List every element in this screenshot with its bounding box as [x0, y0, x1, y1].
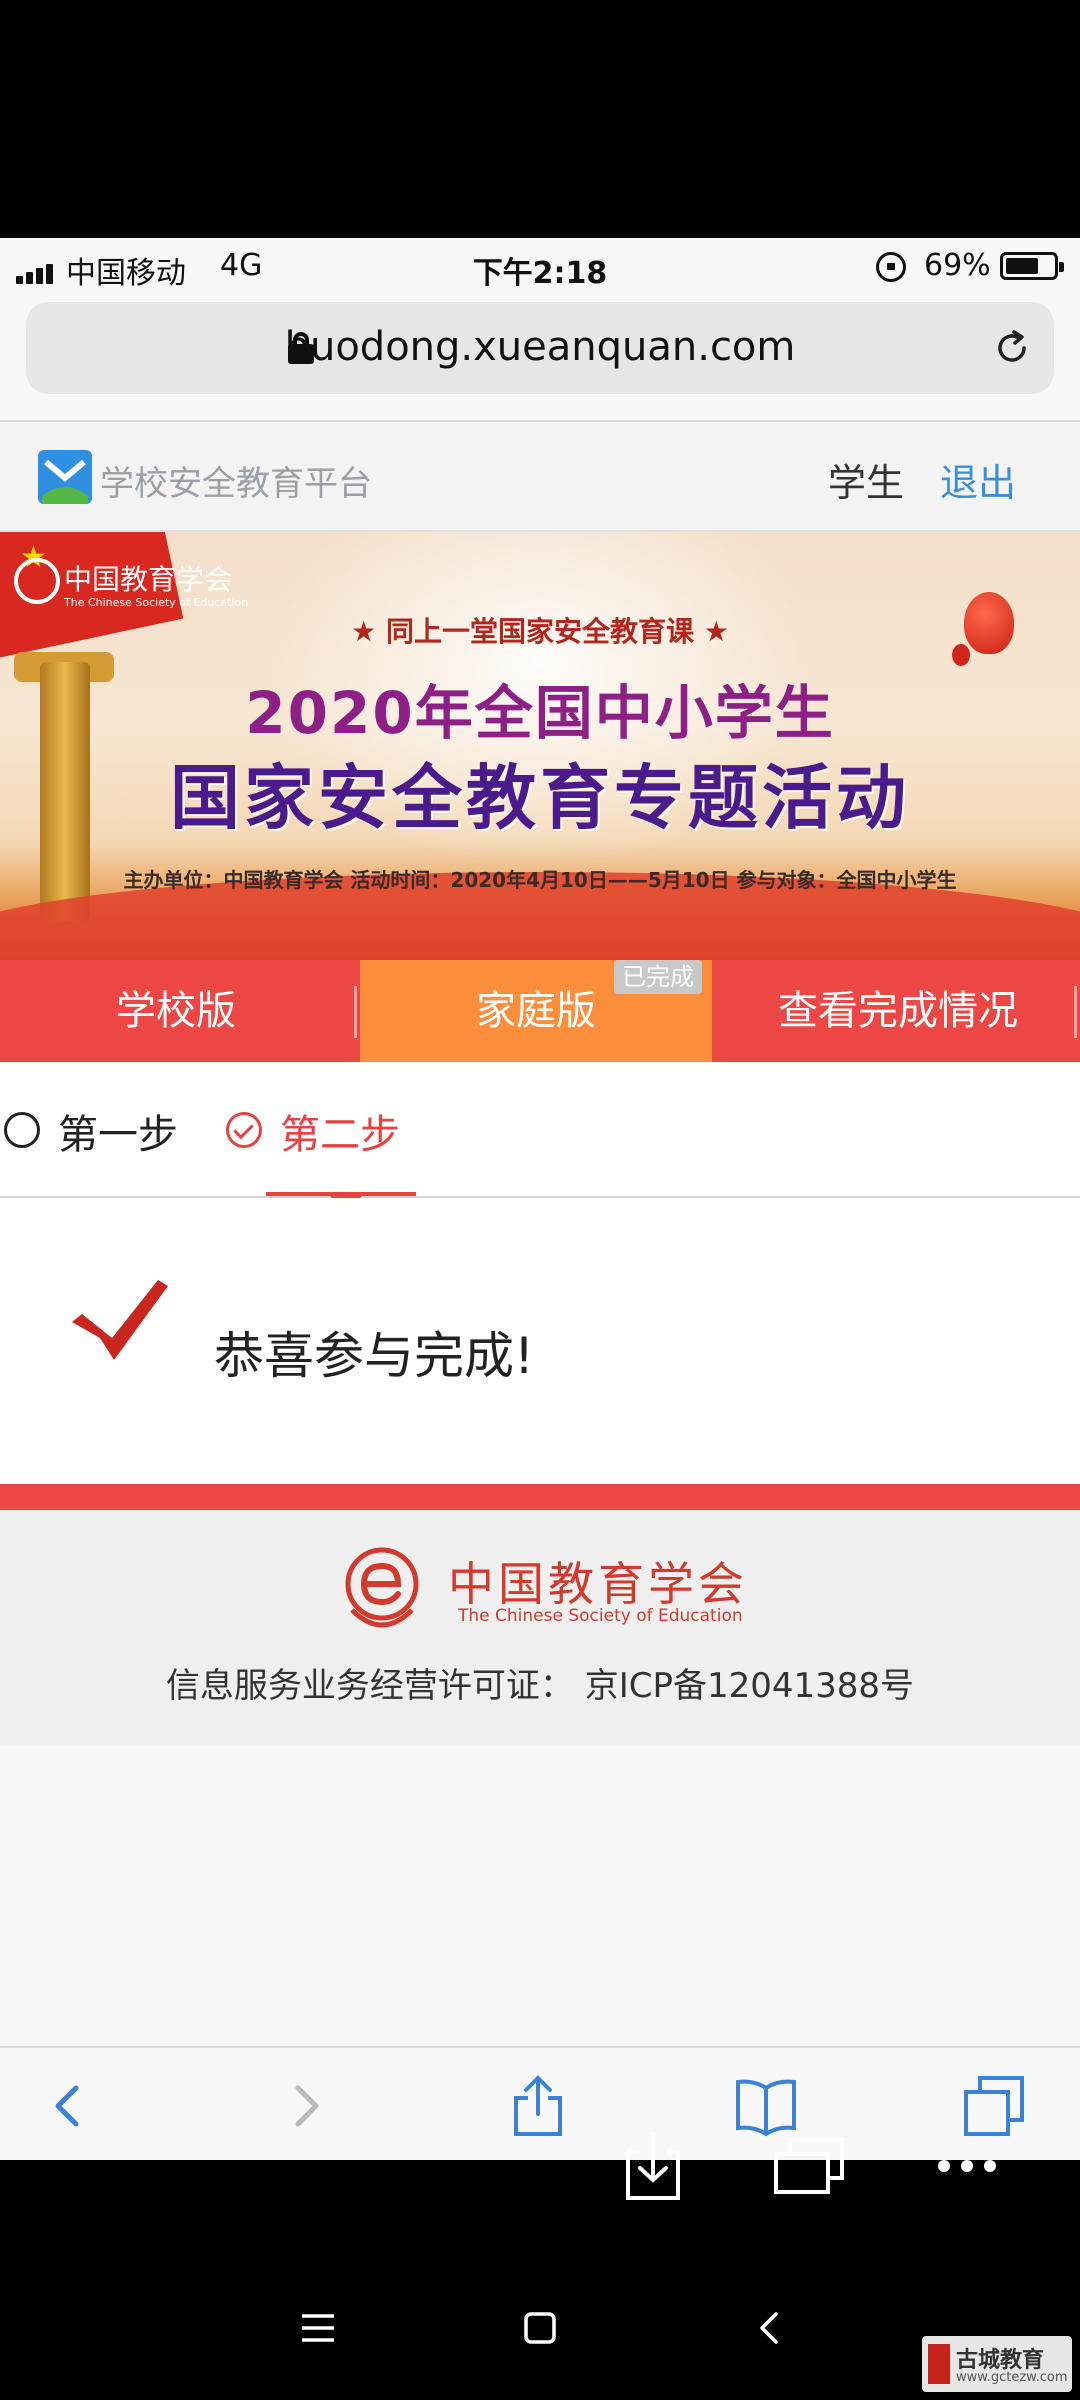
rotation-lock-icon: [876, 252, 906, 282]
site-name: 学校安全教育平台: [100, 464, 372, 504]
back-icon[interactable]: [36, 2074, 100, 2138]
reload-icon[interactable]: [992, 328, 1032, 368]
banner-org-name: 中国教育学会: [64, 563, 233, 596]
step-tabs: 第一步 第二步: [0, 1062, 1080, 1210]
footer-org-name: 中国教育学会: [448, 1557, 748, 1611]
watermark-url: www.gctezw.com: [956, 2370, 1068, 2385]
home-icon[interactable]: [522, 2310, 558, 2346]
status-bar: 中国移动 4G 下午2:18 69%: [0, 238, 1080, 296]
page-blank-area: [0, 1746, 1080, 2046]
system-bar: [0, 2160, 1080, 2400]
banner-title-line1: 2020年全国中小学生: [245, 679, 835, 747]
top-black-area: [0, 0, 1080, 238]
user-role: 学生: [828, 461, 905, 505]
battery-percent: 69%: [924, 248, 991, 283]
checkmark-icon: [72, 1280, 168, 1360]
footer-org-name-en: The Chinese Society of Education: [458, 1606, 743, 1626]
browser-toolbar: [0, 2046, 1080, 2160]
clock: 下午2:18: [472, 256, 608, 291]
seal-icon: [928, 2344, 950, 2384]
banner-tagline: ★ 同上一堂国家安全教育课 ★: [351, 615, 729, 648]
tab-school-version[interactable]: 学校版: [0, 960, 352, 1062]
watermark: 古城教育 www.gctezw.com: [922, 2336, 1072, 2392]
address-bar[interactable]: huodong.xueanquan.com: [26, 302, 1054, 394]
license-info: 信息服务业务经营许可证： 京ICP备12041388号: [165, 1666, 915, 1706]
completion-panel: 恭喜参与完成!: [0, 1198, 1080, 1484]
version-tabs: 学校版 家庭版 查看完成情况: [0, 960, 1080, 1062]
page-footer: 中国教育学会 The Chinese Society of Education …: [0, 1510, 1080, 1746]
circle-icon: [4, 1112, 40, 1148]
bookmarks-icon[interactable]: [734, 2074, 798, 2138]
nav-back-icon[interactable]: [752, 2310, 788, 2346]
step-two-tab[interactable]: 第二步: [280, 1102, 400, 1160]
completed-badge: 已完成: [614, 960, 702, 994]
banner-meta: 主办单位：中国教育学会 活动时间：2020年4月10日——5月10日 参与对象：…: [123, 868, 957, 892]
platform-logo-icon: [38, 450, 92, 504]
step-one-tab[interactable]: 第一步: [58, 1102, 178, 1160]
screen: 中国移动 4G 下午2:18 69% huodong.xueanquan.com…: [0, 0, 1080, 2400]
tab-view-progress[interactable]: 查看完成情况: [716, 960, 1080, 1062]
windows-icon[interactable]: [772, 2136, 846, 2196]
url-text[interactable]: huodong.xueanquan.com: [26, 324, 1054, 370]
menu-icon[interactable]: [300, 2310, 336, 2346]
share-icon[interactable]: [506, 2074, 570, 2138]
banner-title-line2: 国家安全教育专题活动: [170, 757, 910, 839]
browser-address-area: huodong.xueanquan.com: [0, 296, 1080, 422]
section-divider: [0, 1484, 1080, 1510]
battery-icon: [1000, 252, 1064, 280]
event-banner: ★ 中国教育学会 The Chinese Society of Educatio…: [0, 532, 1080, 960]
check-circle-icon: [226, 1112, 262, 1148]
tabs-icon[interactable]: [962, 2074, 1026, 2138]
banner-org-name-en: The Chinese Society of Education: [64, 596, 249, 609]
org-emblem-icon: [345, 1547, 419, 1628]
org-logo-icon: [14, 558, 60, 604]
forward-icon[interactable]: [274, 2074, 338, 2138]
completion-message: 恭喜参与完成!: [214, 1327, 535, 1385]
site-header: 学校安全教育平台 学生 退出: [0, 422, 1080, 532]
logout-link[interactable]: 退出: [940, 452, 1016, 507]
download-icon[interactable]: [622, 2130, 684, 2202]
more-icon[interactable]: [936, 2158, 998, 2174]
